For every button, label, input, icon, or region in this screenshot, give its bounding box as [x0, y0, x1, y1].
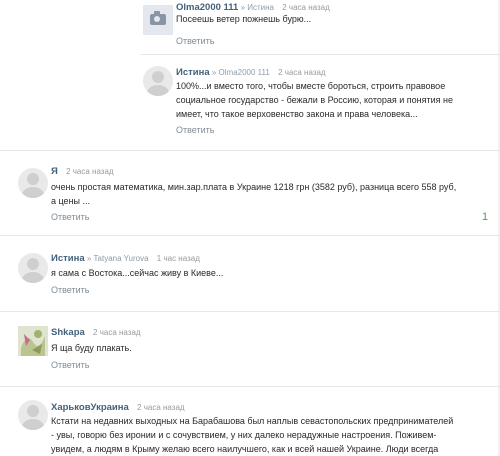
- reply-button[interactable]: Ответить: [51, 212, 89, 222]
- comment-meta: Shkapa 2 часа назад: [51, 327, 141, 338]
- reply-button[interactable]: Ответить: [51, 285, 89, 295]
- comment-meta: Истина » Tatyana Yurova 1 час назад: [51, 253, 200, 264]
- divider: [0, 311, 500, 312]
- divider: [0, 386, 500, 387]
- divider: [140, 54, 500, 55]
- divider: [0, 235, 500, 236]
- comment-text: 100%...и вместо того, чтобы вместе борот…: [176, 81, 454, 119]
- avatar[interactable]: [143, 66, 173, 96]
- camera-icon: [150, 11, 166, 25]
- timestamp: 2 часа назад: [282, 3, 330, 12]
- comment-text: очень простая математика, мин.зар.плата …: [51, 182, 457, 206]
- avatar[interactable]: [18, 168, 48, 198]
- comment-meta: Истина » Olma2000 111 2 часа назад: [176, 67, 326, 78]
- author-name[interactable]: Shkapa: [51, 327, 85, 338]
- reply-button[interactable]: Ответить: [51, 360, 89, 370]
- comment-text: Я ща буду плакать.: [51, 343, 132, 353]
- reply-to-label[interactable]: » Tatyana Yurova: [87, 254, 149, 263]
- avatar[interactable]: [18, 400, 48, 430]
- comment-meta: ХарьковУкраина 2 часа назад: [51, 402, 185, 413]
- reply-button[interactable]: Ответить: [176, 125, 214, 135]
- timestamp: 2 часа назад: [278, 68, 326, 77]
- divider: [0, 150, 500, 151]
- comment-meta: Я 2 часа назад: [51, 166, 114, 177]
- reply-to-label[interactable]: » Olma2000 111: [212, 68, 270, 77]
- avatar-image: [18, 326, 48, 356]
- author-name[interactable]: Я: [51, 166, 58, 177]
- comment-text: Посеешь ветер пожнешь бурю...: [176, 14, 312, 24]
- avatar[interactable]: [18, 326, 48, 356]
- rating-count: 1: [482, 211, 489, 223]
- comment-text: Кстати на недавних выходных на Барабашов…: [51, 416, 454, 454]
- comment-text: я сама с Востока...сейчас живу в Киеве..…: [51, 268, 224, 278]
- timestamp: 2 часа назад: [137, 403, 185, 412]
- reply-button[interactable]: Ответить: [176, 36, 214, 46]
- author-name[interactable]: Истина: [51, 253, 85, 264]
- author-name[interactable]: Истина: [176, 67, 210, 78]
- timestamp: 2 часа назад: [93, 328, 141, 337]
- reply-to-label[interactable]: » Истина: [241, 3, 274, 12]
- timestamp: 2 часа назад: [66, 167, 114, 176]
- avatar[interactable]: [143, 5, 173, 35]
- timestamp: 1 час назад: [156, 254, 200, 263]
- avatar[interactable]: [18, 253, 48, 283]
- author-name[interactable]: ХарьковУкраина: [51, 402, 129, 413]
